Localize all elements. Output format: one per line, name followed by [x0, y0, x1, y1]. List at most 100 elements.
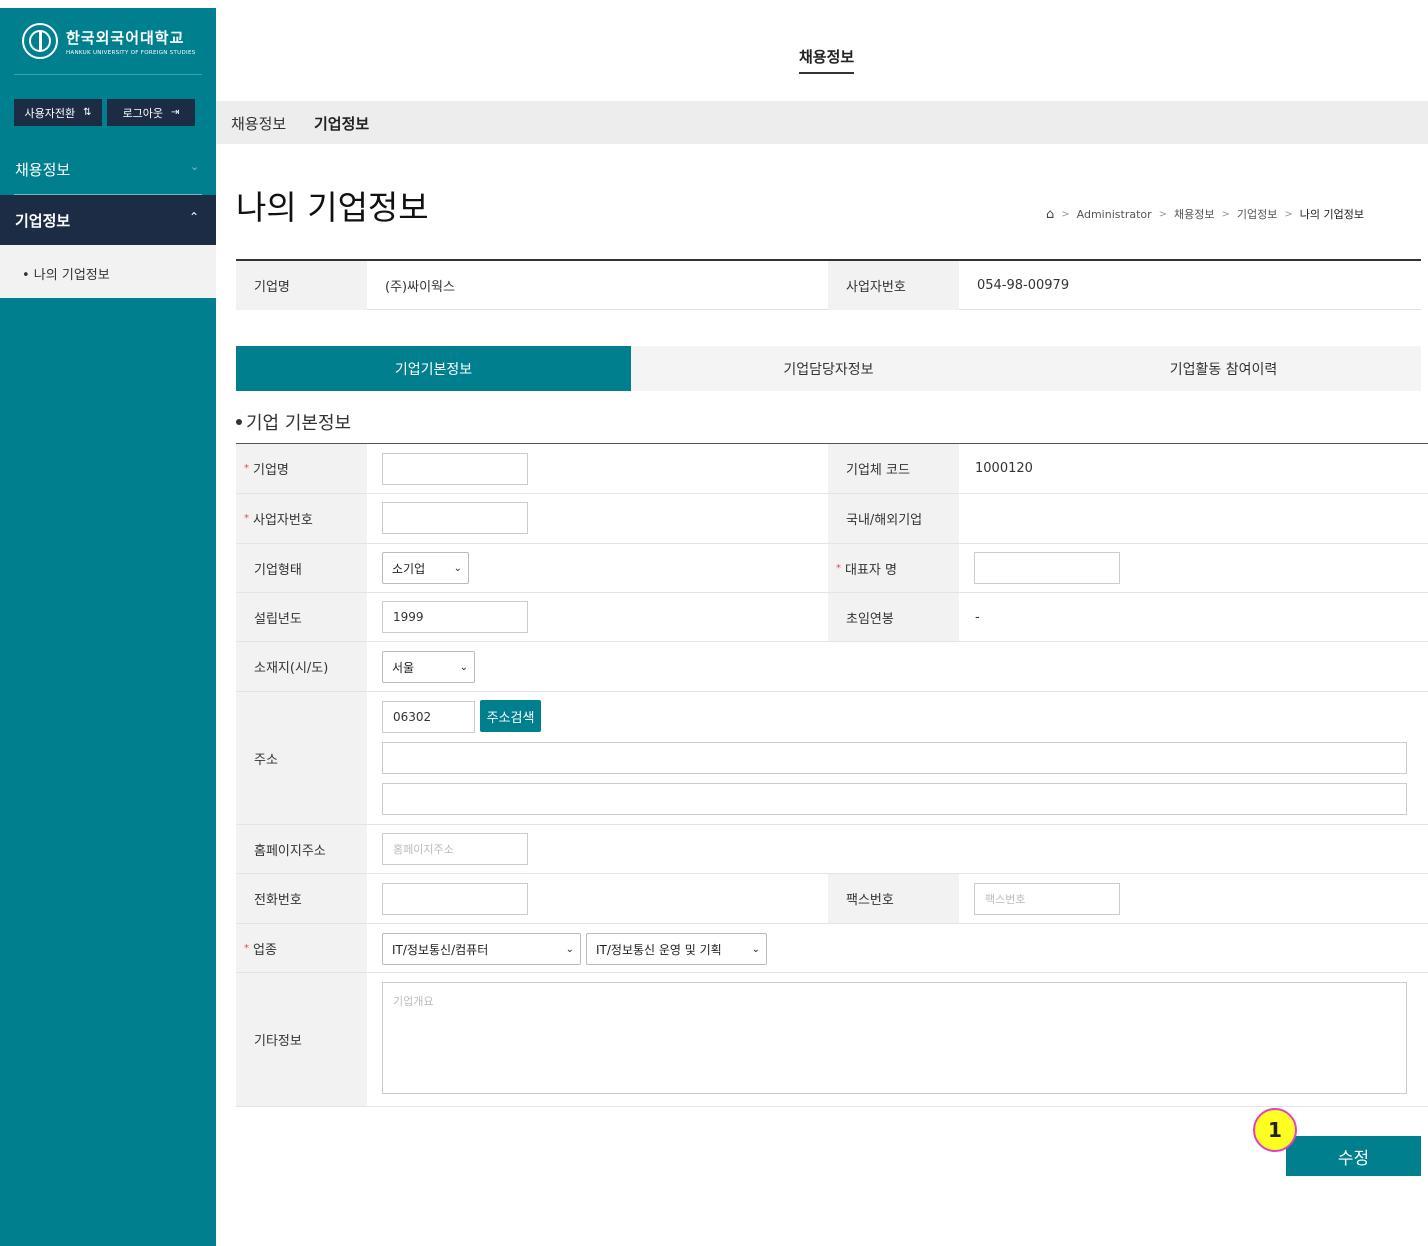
required-icon: * [244, 942, 249, 954]
industry-secondary-value: IT/정보통신 운영 및 기획 [596, 942, 722, 957]
sidebar-item-recruit-label: 채용정보 [15, 161, 71, 179]
chevron-down-icon: ⌄ [459, 661, 468, 673]
logout-icon: ⇥ [171, 107, 180, 118]
gnb-item-company[interactable]: 기업정보 [314, 113, 369, 134]
form-row: 주소 06302 주소검색 [236, 692, 1428, 825]
company-name-input[interactable] [382, 453, 528, 485]
summary-bizno-value: 054-98-00979 [977, 278, 1070, 293]
company-code-label: 기업체 코드 [828, 444, 959, 493]
bizno-label: * 사업자번호 [236, 494, 367, 543]
founded-year-input[interactable]: 1999 [382, 601, 528, 633]
breadcrumb-current: 나의 기업정보 [1299, 208, 1365, 221]
homepage-input[interactable]: 홈페이지주소 [382, 833, 528, 865]
header-title[interactable]: 채용정보 [799, 46, 855, 74]
breadcrumb-separator-icon: > [1284, 208, 1293, 220]
phone-label: 전화번호 [236, 874, 367, 923]
fax-input[interactable]: 팩스번호 [974, 883, 1120, 915]
company-overview-textarea[interactable]: 기업개요 [382, 982, 1407, 1094]
university-logo[interactable]: 한국외국어대학교 HANKUK UNIVERSITY OF FOREIGN ST… [14, 8, 202, 75]
form-row: * 사업자번호 국내/해외기업 [236, 494, 1428, 544]
company-name-label: * 기업명 [236, 444, 367, 493]
sidebar-subitem-my-company[interactable]: • 나의 기업정보 [22, 264, 110, 283]
home-icon[interactable]: ⌂ [1046, 207, 1054, 222]
chevron-down-icon: ⌄ [190, 160, 200, 173]
chevron-up-icon: ⌃ [189, 210, 200, 224]
chevron-down-icon: ⌄ [453, 562, 462, 574]
tab-activity-history[interactable]: 기업활동 참여이력 [1026, 346, 1421, 391]
form-row: 전화번호 팩스번호 팩스번호 [236, 874, 1428, 924]
address-line1-input[interactable] [382, 742, 1407, 774]
starting-salary-label: 초임연봉 [828, 593, 959, 641]
step-marker: 1 [1253, 1108, 1297, 1152]
industry-primary-value: IT/정보통신/컴퓨터 [392, 942, 489, 957]
form-row: 소재지(시/도) 서울 ⌄ [236, 642, 1428, 692]
required-icon: * [244, 463, 249, 474]
logo-english-name: HANKUK UNIVERSITY OF FOREIGN STUDIES [66, 49, 196, 56]
summary-bizno-label: 사업자번호 [828, 261, 959, 310]
etc-info-label: 기타정보 [236, 973, 367, 1106]
tab-bar: 기업기본정보 기업담당자정보 기업활동 참여이력 [236, 346, 1421, 391]
global-nav: 채용정보 기업정보 [216, 101, 1428, 144]
save-button[interactable]: 수정 [1286, 1136, 1421, 1176]
company-type-value: 소기업 [392, 561, 426, 576]
sidebar: 한국외국어대학교 HANKUK UNIVERSITY OF FOREIGN ST… [0, 8, 216, 1246]
bizno-input[interactable] [382, 502, 528, 534]
summary-company-value: (주)싸이웍스 [385, 280, 455, 295]
section-title-text: 기업 기본정보 [246, 413, 352, 434]
switch-user-label: 사용자전환 [24, 106, 76, 120]
page-title: 나의 기업정보 [236, 188, 429, 227]
summary-company-label: 기업명 [236, 261, 367, 310]
chevron-down-icon: ⌄ [751, 943, 760, 955]
required-icon: * [836, 562, 841, 574]
sidebar-item-recruit[interactable]: 채용정보 ⌄ [0, 144, 216, 194]
breadcrumb-separator-icon: > [1221, 208, 1230, 220]
form-row: * 기업명 기업체 코드 1000120 [236, 444, 1428, 494]
switch-user-button[interactable]: 사용자전환 ⇅ [14, 99, 102, 126]
required-icon: * [244, 513, 249, 524]
starting-salary-value: - [975, 609, 980, 625]
ceo-name-input[interactable] [974, 552, 1120, 584]
address-search-button[interactable]: 주소검색 [480, 700, 541, 732]
form-row: * 업종 IT/정보통신/컴퓨터 ⌄ IT/정보통신 운영 및 기획 ⌄ [236, 924, 1428, 973]
tab-basic-info[interactable]: 기업기본정보 [236, 346, 631, 391]
company-summary-table: 기업명 (주)싸이웍스 사업자번호 054-98-00979 [236, 259, 1421, 310]
homepage-label: 홈페이지주소 [236, 825, 367, 873]
breadcrumb: ⌂ > Administrator > 채용정보 > 기업정보 > 나의 기업정… [1046, 206, 1364, 222]
breadcrumb-item[interactable]: 채용정보 [1174, 206, 1214, 222]
form-row: 기업형태 소기업 ⌄ * 대표자 명 [236, 544, 1428, 593]
logo-korean-name: 한국외국어대학교 [66, 28, 185, 47]
breadcrumb-item[interactable]: Administrator [1077, 208, 1152, 221]
company-basic-form: * 기업명 기업체 코드 1000120 * 사업자번호 국내/해외기업 기업형태 … [236, 443, 1428, 1107]
industry-label: * 업종 [236, 924, 367, 972]
phone-input[interactable] [382, 883, 528, 915]
address-label: 주소 [236, 692, 367, 824]
region-label: 소재지(시/도) [236, 642, 367, 691]
company-code-value: 1000120 [975, 461, 1033, 476]
breadcrumb-separator-icon: > [1158, 208, 1168, 220]
zipcode-input[interactable]: 06302 [382, 701, 475, 733]
sidebar-item-company[interactable]: 기업정보 ⌃ [0, 195, 216, 245]
logout-button[interactable]: 로그아웃 ⇥ [107, 99, 195, 126]
address-line2-input[interactable] [382, 783, 1407, 815]
logout-label: 로그아웃 [122, 106, 164, 120]
chevron-down-icon: ⌄ [565, 943, 574, 955]
region-select[interactable]: 서울 ⌄ [382, 651, 475, 683]
form-row: 설립년도 1999 초임연봉 - [236, 593, 1428, 642]
sidebar-item-company-label: 기업정보 [15, 212, 71, 230]
breadcrumb-separator-icon: > [1061, 208, 1070, 220]
gnb-item-recruit[interactable]: 채용정보 [231, 113, 286, 134]
breadcrumb-item[interactable]: 기업정보 [1237, 206, 1277, 222]
domestic-foreign-label: 국내/해외기업 [828, 494, 959, 543]
company-type-select[interactable]: 소기업 ⌄ [382, 552, 469, 584]
company-type-label: 기업형태 [236, 544, 367, 592]
industry-select-primary[interactable]: IT/정보통신/컴퓨터 ⌄ [382, 933, 581, 965]
fax-label: 팩스번호 [828, 874, 959, 923]
bullet-icon [236, 419, 242, 425]
switch-icon: ⇅ [83, 107, 92, 118]
industry-select-secondary[interactable]: IT/정보통신 운영 및 기획 ⌄ [586, 933, 767, 965]
section-title: 기업 기본정보 [236, 409, 351, 435]
region-value: 서울 [392, 660, 415, 675]
founded-year-label: 설립년도 [236, 593, 367, 641]
ceo-name-label: * 대표자 명 [828, 544, 959, 592]
tab-contact-info[interactable]: 기업담당자정보 [631, 346, 1026, 391]
